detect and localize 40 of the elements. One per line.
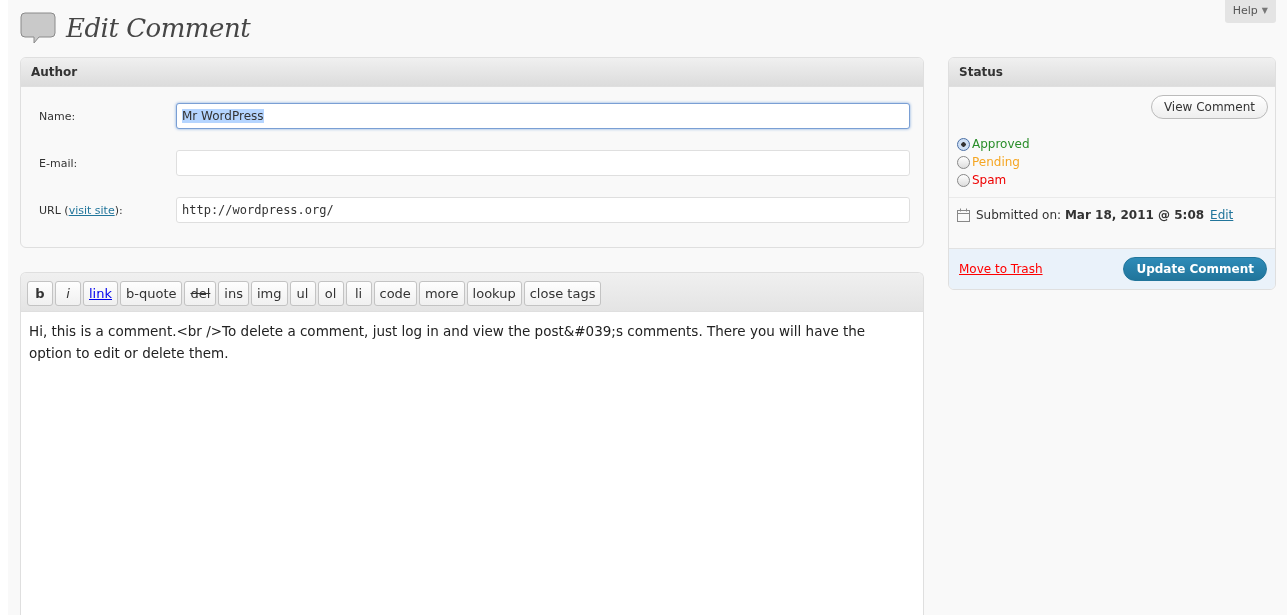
update-comment-button[interactable]: Update Comment	[1123, 257, 1267, 281]
status-option[interactable]: Spam	[972, 173, 1007, 187]
quicktag-button[interactable]: code	[373, 281, 417, 306]
quicktag-button[interactable]: ol	[317, 281, 344, 306]
radio-button[interactable]	[957, 155, 970, 169]
quicktag-button[interactable]: i	[55, 281, 81, 306]
panel-heading: Status	[949, 58, 1275, 87]
quicktag-button[interactable]: b	[27, 281, 53, 306]
quicktag-button[interactable]: more	[418, 281, 465, 306]
caret-icon: ▼	[1261, 6, 1268, 15]
status-option[interactable]: Approved	[972, 137, 1030, 151]
speech-bubble-icon	[20, 11, 56, 45]
label-text: ):	[114, 203, 123, 217]
help-tab[interactable]: Help ▼	[1224, 0, 1276, 23]
edit-date-link[interactable]: Edit	[1210, 208, 1234, 222]
input-field[interactable]: http://wordpress.org/	[176, 197, 910, 223]
radio-button[interactable]	[957, 137, 970, 151]
field-label: Name:	[39, 109, 77, 123]
comment-text-area[interactable]: Hi, this is a comment.<br />To delete a comment, just log in and view the post&#039;s comments. There you will have the option to edit or delete them.	[21, 311, 923, 615]
quicktag-button[interactable]: b-quote	[120, 281, 183, 306]
quicktag-button[interactable]: del	[184, 281, 217, 306]
quicktag-button[interactable]: link	[83, 281, 118, 306]
panel-heading: Author	[21, 58, 923, 87]
quicktag-button[interactable]: ins	[218, 281, 249, 306]
calendar-icon	[957, 208, 970, 222]
visit-site-link[interactable]: visit site	[68, 203, 115, 217]
input-field[interactable]	[176, 150, 910, 176]
page-title: Edit Comment	[66, 13, 251, 43]
input-field[interactable]: Mr WordPress	[176, 103, 910, 129]
submitted-date: Submitted on: Mar 18, 2011 @ 5:08	[976, 208, 1205, 222]
view-comment-button[interactable]: View Comment	[1150, 95, 1268, 119]
label-text: URL (	[39, 203, 69, 217]
quicktag-button[interactable]: li	[345, 281, 372, 306]
quicktag-button[interactable]: close tags	[523, 281, 602, 306]
quicktag-button[interactable]: lookup	[466, 281, 522, 306]
quicktag-button[interactable]: img	[251, 281, 288, 306]
radio-button[interactable]	[957, 173, 970, 187]
quicktag-button[interactable]: ul	[289, 281, 316, 306]
field-label: E-mail:	[39, 156, 79, 170]
move-to-trash-link[interactable]: Move to Trash	[959, 262, 1043, 276]
